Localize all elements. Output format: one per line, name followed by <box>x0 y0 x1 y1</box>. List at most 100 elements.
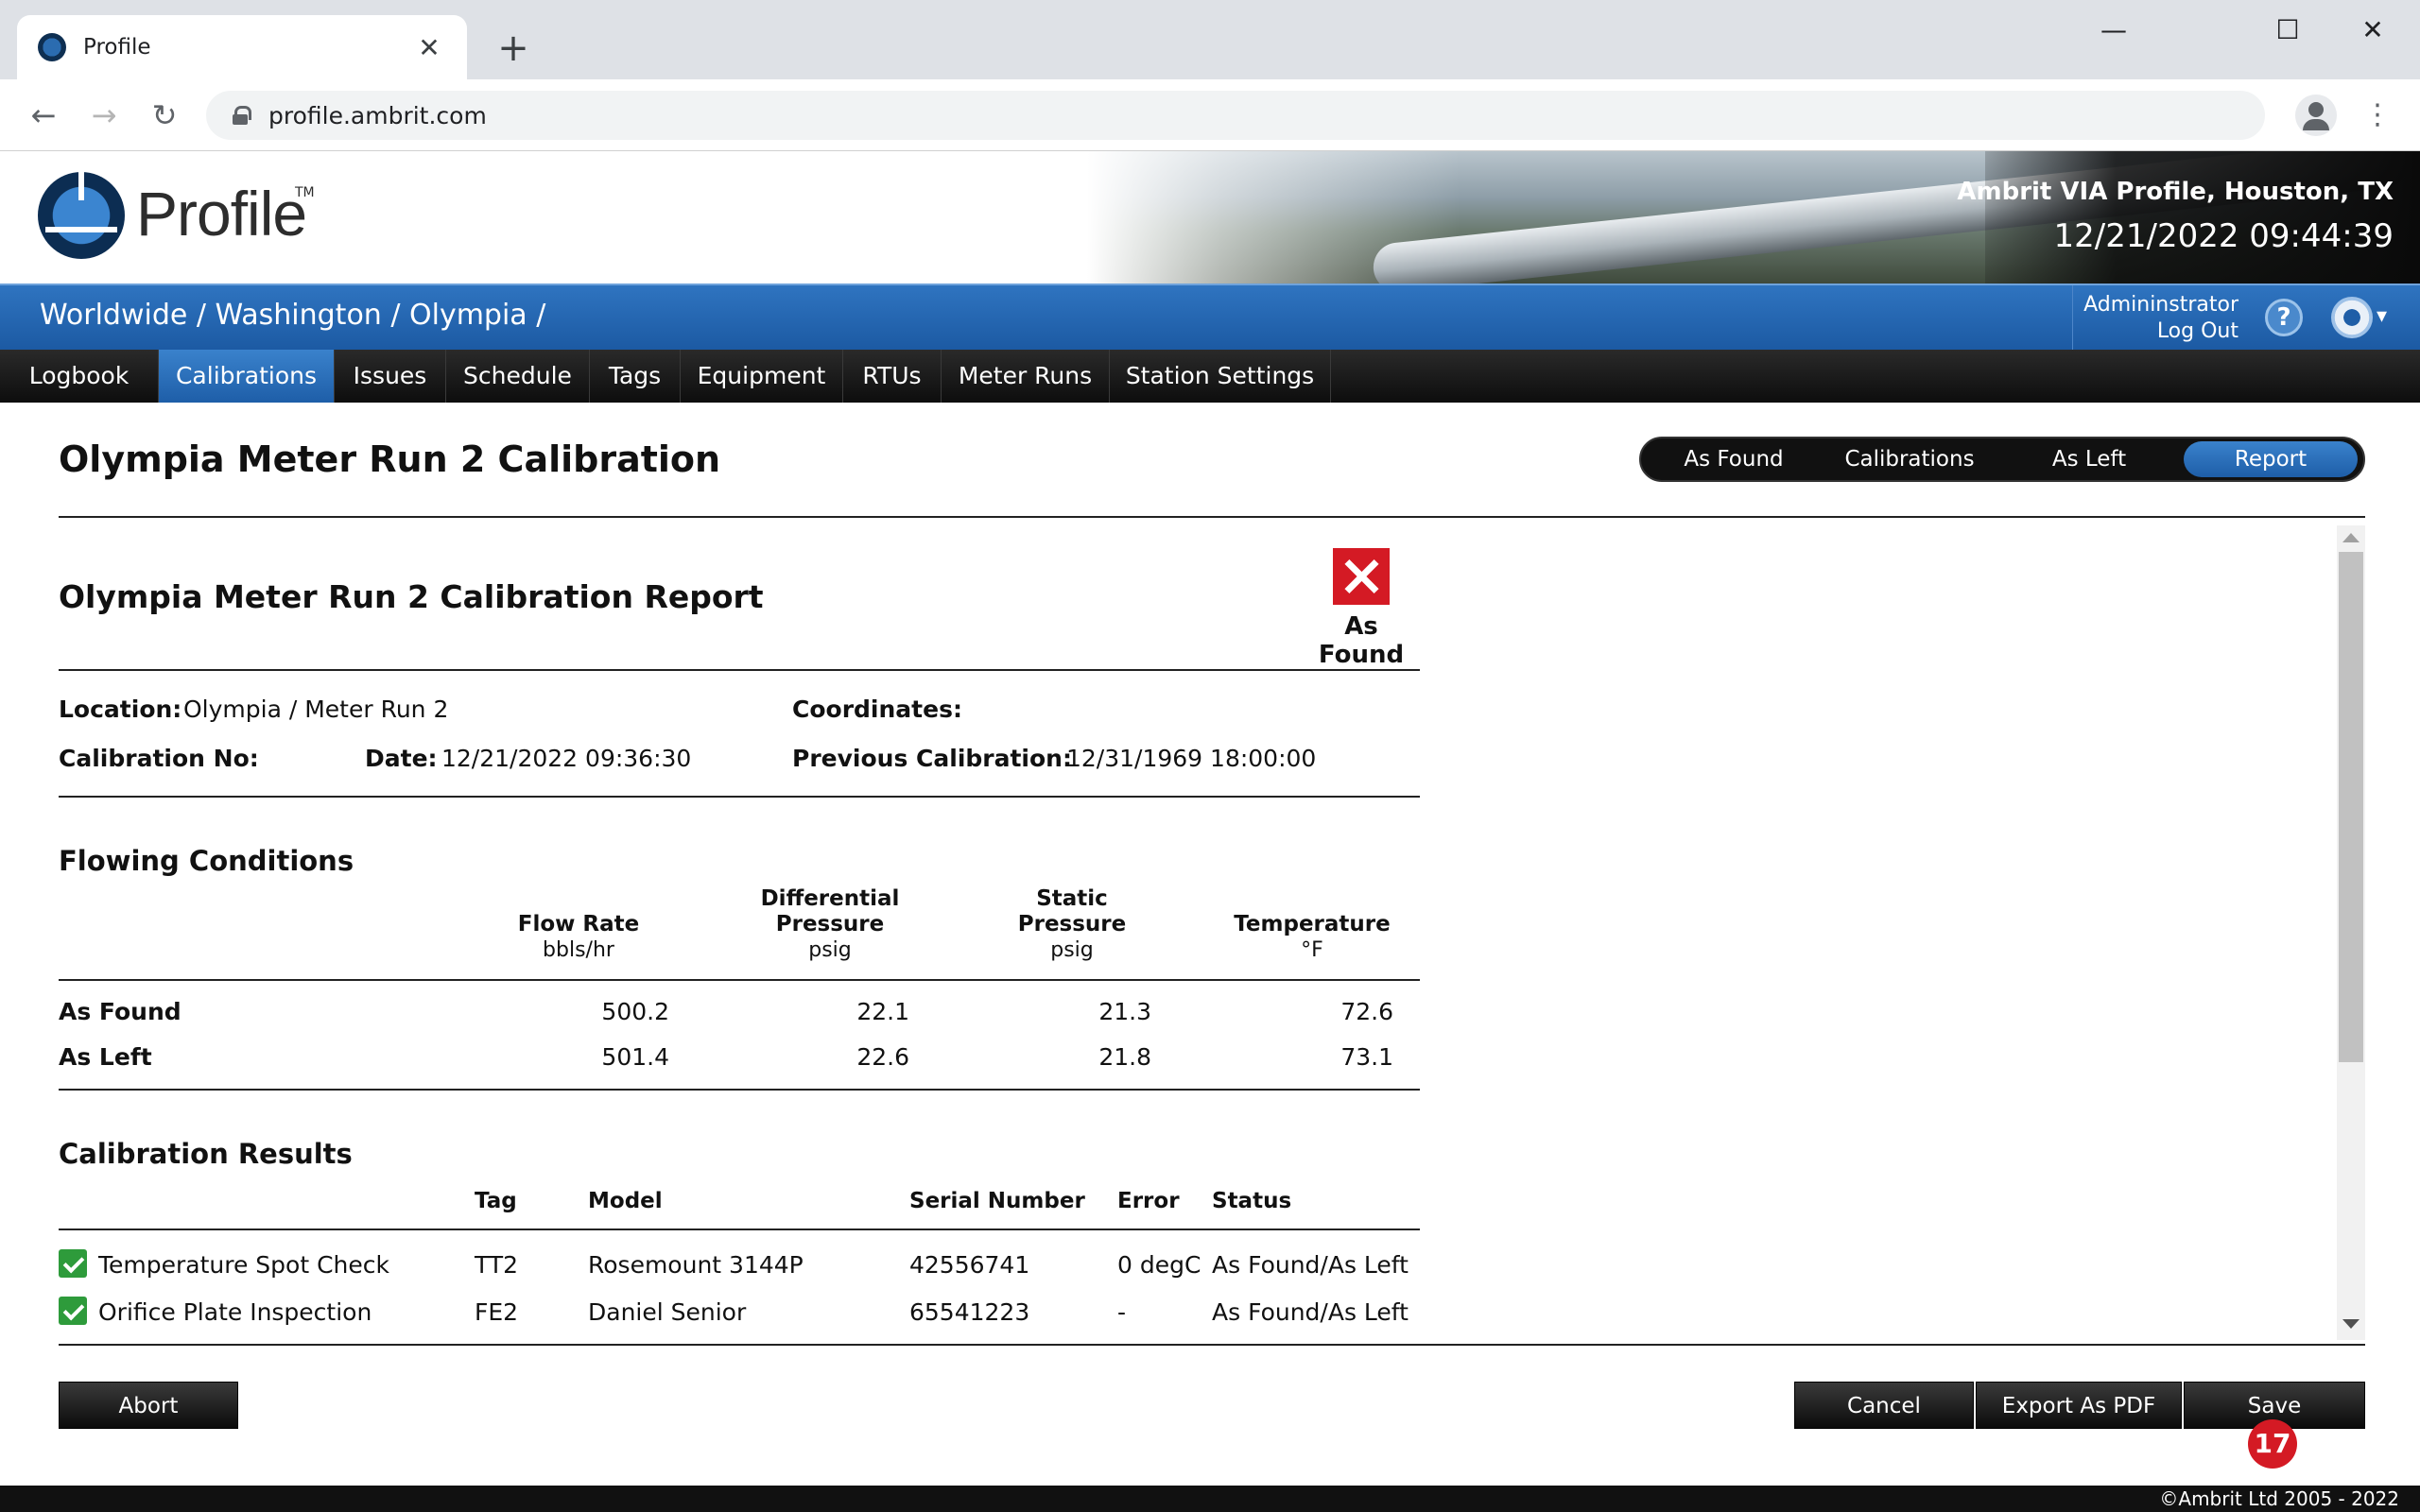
minimize-icon[interactable]: — <box>2076 9 2152 51</box>
result-tag: TT2 <box>475 1251 519 1279</box>
tab-as-found[interactable]: As Found <box>1649 441 1819 477</box>
logout-link[interactable]: Log Out <box>2157 319 2238 343</box>
divider <box>59 1228 1420 1230</box>
forward-icon[interactable]: → <box>81 93 127 138</box>
col-line2: Pressure <box>775 912 885 936</box>
location-label: Location: <box>59 696 182 723</box>
divider <box>59 796 1420 798</box>
nav-meter-runs[interactable]: Meter Runs <box>942 350 1110 403</box>
previous-calibration-label: Previous Calibration: <box>792 745 1072 772</box>
url-text[interactable]: profile.ambrit.com <box>268 102 487 129</box>
cancel-button[interactable]: Cancel <box>1794 1382 1974 1429</box>
col-line1: Differential <box>760 886 900 911</box>
col-unit: bbls/hr <box>543 938 614 962</box>
result-model: Rosemount 3144P <box>588 1251 804 1279</box>
col-line1 <box>437 886 720 912</box>
divider <box>59 669 1420 671</box>
coordinates-label: Coordinates: <box>792 696 962 723</box>
tab-title: Profile <box>83 35 151 60</box>
logo-trademark: TM <box>295 185 315 200</box>
help-icon[interactable]: ? <box>2265 299 2303 336</box>
col-model: Model <box>588 1189 663 1213</box>
divider <box>59 979 1420 981</box>
nav-schedule[interactable]: Schedule <box>446 350 590 403</box>
app-header: Profile TM Ambrit VIA Profile, Houston, … <box>0 151 2420 284</box>
col-serial-number: Serial Number <box>909 1189 1085 1213</box>
col-flow-rate: Flow Rate bbls/hr <box>437 886 720 963</box>
result-serial: 42556741 <box>909 1251 1030 1279</box>
site-name: Ambrit VIA Profile, Houston, TX <box>1957 178 2394 206</box>
nav-station-settings[interactable]: Station Settings <box>1110 350 1331 403</box>
profile-icon[interactable] <box>2295 94 2337 136</box>
col-line1 <box>1170 886 1454 912</box>
col-unit: °F <box>1301 938 1323 962</box>
title-divider <box>59 516 2365 518</box>
nav-rtus[interactable]: RTUs <box>843 350 942 403</box>
scroll-thumb[interactable] <box>2339 552 2363 1062</box>
nav-calibrations[interactable]: Calibrations <box>159 350 335 403</box>
calibration-report: Olympia Meter Run 2 Calibration Report A… <box>59 522 2365 1344</box>
as-found-flow-rate: 500.2 <box>601 998 669 1025</box>
nav-equipment[interactable]: Equipment <box>681 350 843 403</box>
col-temperature: Temperature °F <box>1170 886 1454 963</box>
col-status: Status <box>1212 1189 1292 1213</box>
breadcrumb[interactable]: Worldwide / Washington / Olympia / <box>40 299 545 332</box>
col-line2: Temperature <box>1234 912 1391 936</box>
breadcrumb-bar: Worldwide / Washington / Olympia / Admin… <box>0 284 2420 352</box>
browser-toolbar: ← → ↻ profile.ambrit.com ⋮ <box>0 79 2420 151</box>
maximize-icon[interactable]: ☐ <box>2250 9 2325 51</box>
address-bar[interactable]: profile.ambrit.com <box>206 91 2265 140</box>
browser-menu-icon[interactable]: ⋮ <box>2363 93 2392 138</box>
browser-tabstrip: Profile ✕ + — ☐ ✕ <box>0 0 2420 79</box>
result-status: As Found/As Left <box>1212 1251 1409 1279</box>
result-error: 0 degC <box>1117 1251 1201 1279</box>
as-found-differential-pressure: 22.1 <box>856 998 909 1025</box>
as-left-static-pressure: 21.8 <box>1098 1043 1151 1071</box>
chevron-down-icon[interactable]: ▾ <box>2377 304 2387 328</box>
scroll-down-icon[interactable] <box>2342 1319 2360 1329</box>
result-name: Temperature Spot Check <box>98 1251 389 1279</box>
check-icon <box>59 1297 87 1325</box>
as-left-flow-rate: 501.4 <box>601 1043 669 1071</box>
profile-logo-icon <box>38 172 125 259</box>
user-box: Admininstrator Log Out <box>2072 285 2238 352</box>
close-tab-icon[interactable]: ✕ <box>412 32 446 63</box>
reload-icon[interactable]: ↻ <box>142 93 187 138</box>
favicon-icon <box>38 33 66 61</box>
report-scrollbar[interactable] <box>2337 525 2365 1340</box>
page-footer: ©Ambrit Ltd 2005 - 2022 <box>0 1486 2420 1512</box>
export-pdf-button[interactable]: Export As PDF <box>1976 1382 2182 1429</box>
user-name[interactable]: Admininstrator <box>2083 293 2238 317</box>
notification-badge: 17 <box>2248 1419 2297 1469</box>
row-as-left-label: As Left <box>59 1043 152 1071</box>
divider <box>59 1089 1420 1091</box>
col-unit: psig <box>808 938 852 962</box>
tab-calibrations[interactable]: Calibrations <box>1824 441 1995 477</box>
nav-issues[interactable]: Issues <box>335 350 446 403</box>
date-value: 12/21/2022 09:36:30 <box>441 745 692 772</box>
calibration-results-heading: Calibration Results <box>59 1138 353 1170</box>
tab-report[interactable]: Report <box>2184 441 2358 477</box>
nav-logbook[interactable]: Logbook <box>0 350 159 403</box>
page-title: Olympia Meter Run 2 Calibration <box>59 438 721 480</box>
browser-tab[interactable]: Profile ✕ <box>17 15 467 79</box>
scroll-up-icon[interactable] <box>2342 533 2360 542</box>
abort-button[interactable]: Abort <box>59 1382 238 1429</box>
new-tab-icon[interactable]: + <box>492 26 535 70</box>
close-window-icon[interactable]: ✕ <box>2335 9 2411 51</box>
as-found-temperature: 72.6 <box>1340 998 1393 1025</box>
gear-icon[interactable] <box>2331 297 2373 338</box>
result-error: - <box>1117 1298 1127 1326</box>
location-value: Olympia / Meter Run 2 <box>183 696 449 723</box>
report-view-tabs: As Found Calibrations As Left Report <box>1639 437 2365 482</box>
back-icon[interactable]: ← <box>21 93 66 138</box>
previous-calibration-value: 12/31/1969 18:00:00 <box>1066 745 1317 772</box>
header-clock: 12/21/2022 09:44:39 <box>2053 217 2394 255</box>
col-line2: Flow Rate <box>517 912 640 936</box>
result-name: Orifice Plate Inspection <box>98 1298 372 1326</box>
tab-as-left[interactable]: As Left <box>2004 441 2174 477</box>
lock-icon[interactable] <box>233 106 251 125</box>
nav-tags[interactable]: Tags <box>590 350 681 403</box>
row-as-found-label: As Found <box>59 998 182 1025</box>
col-differential-pressure: Differential Pressure psig <box>688 886 972 963</box>
